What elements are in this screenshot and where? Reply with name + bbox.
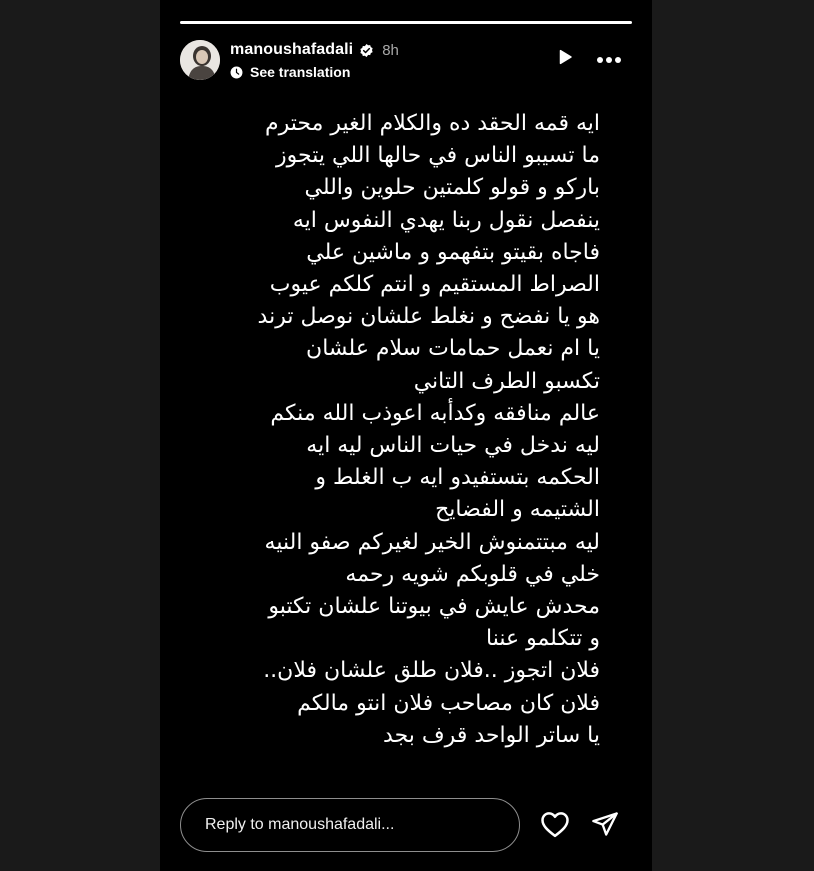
user-row: manoushafadali 8h [230, 40, 399, 60]
story-footer [180, 798, 632, 854]
viewer-backdrop: manoushafadali 8h See translation ايه قم… [0, 0, 814, 871]
story-text-line: ايه قمه الحقد ده والكلام الغير محترم [265, 111, 600, 136]
story-text-line: خلي في قلوبكم شويه رحمه [345, 561, 600, 587]
username[interactable]: manoushafadali [230, 41, 353, 59]
story-text-line: الصراط المستقيم و انتم كلكم عيوب [269, 272, 600, 298]
story-text-line: فلان كان مصاحب فلان انتو مالكم [297, 690, 600, 716]
story-text-line: فاجاه بقيتو بتفهمو و ماشين علي [306, 239, 600, 265]
send-icon[interactable] [590, 810, 620, 843]
verified-badge-icon [359, 43, 374, 58]
heart-icon[interactable] [540, 810, 570, 843]
post-time: 8h [382, 41, 399, 59]
story-panel: manoushafadali 8h See translation ايه قم… [160, 0, 652, 871]
story-text-line: محدش عايش في بيوتنا علشان تكتبو [268, 594, 600, 620]
story-text-line: ليه ندخل في حيات الناس ليه ايه [306, 433, 600, 459]
reply-input[interactable] [180, 798, 520, 852]
story-text-line: تكسبو الطرف التاني [413, 368, 600, 394]
story-text-line: فلان اتجوز ..فلان طلق علشان فلان.. [263, 658, 600, 684]
story-text-line: عالم منافقه وكدأبه اعوذب الله منكم [270, 400, 600, 426]
see-translation-link[interactable]: See translation [230, 63, 350, 81]
story-text-line: ينفصل نقول ربنا يهدي النفوس ايه [292, 207, 600, 233]
see-translation-label: See translation [250, 64, 351, 80]
story-progress-bar [180, 21, 632, 24]
avatar[interactable] [180, 40, 220, 80]
more-icon[interactable] [596, 51, 622, 69]
story-text-line: ما تسيبو الناس في حالها اللي يتجوز [276, 143, 600, 169]
story-text-line: هو يا نفضح و نغلط علشان نوصل ترند [257, 304, 600, 330]
story-text-line: و تتكلمو عننا [486, 626, 600, 652]
footer-actions [540, 810, 620, 843]
translate-icon [230, 66, 243, 79]
play-icon[interactable] [556, 48, 574, 71]
story-text-line: ليه مبتتمنوش الخير لغيركم صفو النيه [264, 529, 600, 555]
story-controls [556, 48, 622, 71]
story-progress-fill [180, 21, 632, 24]
story-text-line: يا ساتر الواحد قرف بجد [383, 722, 600, 748]
story-text: ايه قمه الحقد ده والكلام الغير محترم ما ت… [220, 108, 600, 752]
story-text-line: الشتيمه و الفضايح [435, 497, 600, 523]
story-text-line: باركو و قولو كلمتين حلوين واللي [304, 175, 600, 201]
story-header: manoushafadali 8h See translation [180, 38, 632, 84]
story-text-line: يا ام نعمل حمامات سلام علشان [306, 336, 600, 362]
story-text-line: الحكمه بتستفيدو ايه ب الغلط و [315, 465, 600, 491]
avatar-photo-icon [180, 40, 220, 80]
